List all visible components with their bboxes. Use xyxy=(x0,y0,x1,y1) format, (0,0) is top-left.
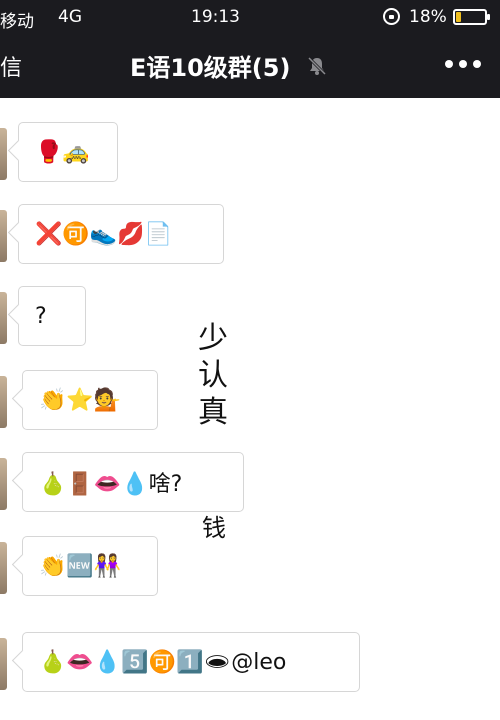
avatar[interactable] xyxy=(0,458,7,510)
avatar[interactable] xyxy=(0,376,7,428)
chat-header: 信 E语10级群(5) xyxy=(0,34,500,98)
back-button[interactable]: 信 xyxy=(0,50,22,82)
message-text: 🍐👄💧5️⃣🉑1️⃣🕳@leo xyxy=(39,649,287,675)
avatar[interactable] xyxy=(0,128,7,180)
battery-icon xyxy=(453,9,490,25)
message-bubble[interactable]: ❌🉑👟💋📄 xyxy=(18,204,224,264)
status-bar: 移动 4G 19:13 18% xyxy=(0,0,500,34)
caption-char: 少 xyxy=(198,321,228,356)
chat-area[interactable]: 🥊🚕 ❌🉑👟💋📄 ? 👏⭐💁 🍐🚪👄💧啥? 👏🆕👭 🍐👄💧5️⃣🉑1️⃣🕳@le… xyxy=(0,98,500,720)
network-label: 4G xyxy=(58,7,82,27)
message-text: 👏🆕👭 xyxy=(39,553,122,579)
message-bubble[interactable]: 🍐👄💧5️⃣🉑1️⃣🕳@leo xyxy=(22,632,360,692)
vertical-caption: 少 认 真 xyxy=(198,320,238,431)
more-dots-icon[interactable] xyxy=(443,52,483,76)
avatar[interactable] xyxy=(0,542,7,594)
message-bubble[interactable]: 👏⭐💁 xyxy=(22,370,158,430)
chat-title: E语10级群(5) xyxy=(130,54,291,82)
avatar[interactable] xyxy=(0,638,7,690)
message-text: 👏⭐💁 xyxy=(39,387,122,413)
message-text: 🍐🚪👄💧啥? xyxy=(39,472,183,497)
caption-char: 认 xyxy=(198,358,228,393)
carrier-label: 移动 xyxy=(0,12,34,32)
message-bubble[interactable]: 🥊🚕 xyxy=(18,122,118,182)
message-text: ❌🉑👟💋📄 xyxy=(35,221,172,247)
caption-char: 真 xyxy=(198,395,228,430)
avatar[interactable] xyxy=(0,292,7,344)
avatar[interactable] xyxy=(0,210,7,262)
battery-fill xyxy=(456,12,461,22)
rotation-lock-icon xyxy=(383,8,400,25)
message-text: 🥊🚕 xyxy=(35,139,90,165)
clock: 19:13 xyxy=(191,7,240,27)
message-bubble[interactable]: ? xyxy=(18,286,86,346)
message-bubble[interactable]: 🍐🚪👄💧啥? xyxy=(22,452,244,512)
caption-tail-char: 钱 xyxy=(202,514,226,542)
battery-percentage: 18% xyxy=(409,7,447,27)
message-bubble[interactable]: 👏🆕👭 xyxy=(22,536,158,596)
mute-bell-icon xyxy=(307,56,327,76)
message-text: ? xyxy=(35,303,47,329)
